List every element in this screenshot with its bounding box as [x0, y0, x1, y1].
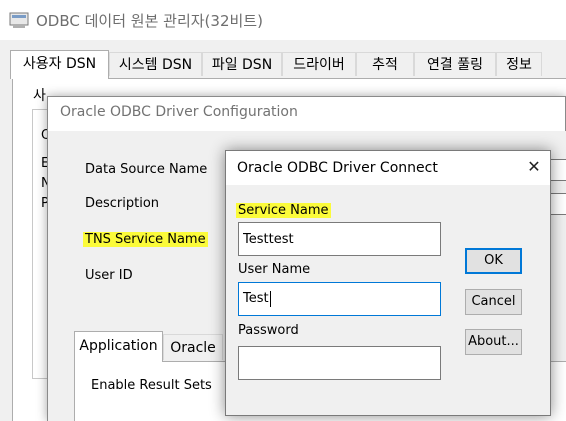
- text-caret: [269, 290, 271, 307]
- admin-window-title: ODBC 데이터 원본 관리자(32비트): [36, 12, 263, 30]
- tab-user-dsn[interactable]: 사용자 DSN: [10, 50, 109, 79]
- tab-system-dsn[interactable]: 시스템 DSN: [109, 52, 202, 76]
- admin-titlebar: ODBC 데이터 원본 관리자(32비트): [0, 0, 566, 40]
- odbc-app-icon: [9, 12, 29, 28]
- password-input[interactable]: [238, 346, 441, 380]
- admin-tab-bar: 사용자 DSN 시스템 DSN 파일 DSN 드라이버 추적 연결 풀링 정보: [10, 50, 566, 79]
- oracle-driver-connect-dialog: Oracle ODBC Driver Connect ✕ Service Nam…: [225, 150, 551, 416]
- tab-oracle[interactable]: Oracle: [163, 334, 223, 360]
- service-name-highlight: Service Name: [236, 203, 331, 218]
- cancel-button[interactable]: Cancel: [465, 289, 522, 315]
- tab-connection-pooling[interactable]: 연결 풀링: [414, 52, 496, 76]
- service-name-input[interactable]: [238, 222, 441, 256]
- ok-button[interactable]: OK: [465, 248, 522, 274]
- password-label: Password: [238, 323, 299, 338]
- tab-about[interactable]: 정보: [496, 52, 542, 76]
- tab-tracing[interactable]: 추적: [356, 52, 414, 76]
- enable-result-sets-checkbox[interactable]: Enable Result Sets: [91, 378, 212, 393]
- connect-dialog-title: Oracle ODBC Driver Connect: [237, 160, 438, 176]
- tns-service-name-label: TNS Service Name: [83, 232, 208, 247]
- close-icon[interactable]: ✕: [523, 156, 545, 178]
- about-button[interactable]: About...: [465, 329, 522, 355]
- user-name-value: Test: [243, 291, 269, 306]
- tns-service-name-highlight: TNS Service Name: [83, 232, 208, 247]
- description-label: Description: [85, 196, 160, 211]
- user-dsn-label: 사: [33, 88, 46, 104]
- tab-application[interactable]: Application: [74, 331, 163, 362]
- connect-titlebar: Oracle ODBC Driver Connect ✕: [226, 151, 550, 185]
- config-window-title: Oracle ODBC Driver Configuration: [60, 104, 298, 120]
- user-name-label: User Name: [238, 262, 311, 277]
- service-name-label: Service Name: [236, 203, 331, 218]
- tab-file-dsn[interactable]: 파일 DSN: [202, 52, 282, 76]
- tab-drivers[interactable]: 드라이버: [282, 52, 356, 76]
- user-name-input[interactable]: Test: [238, 282, 441, 316]
- data-source-name-label: Data Source Name: [85, 162, 208, 177]
- user-id-label: User ID: [85, 268, 133, 283]
